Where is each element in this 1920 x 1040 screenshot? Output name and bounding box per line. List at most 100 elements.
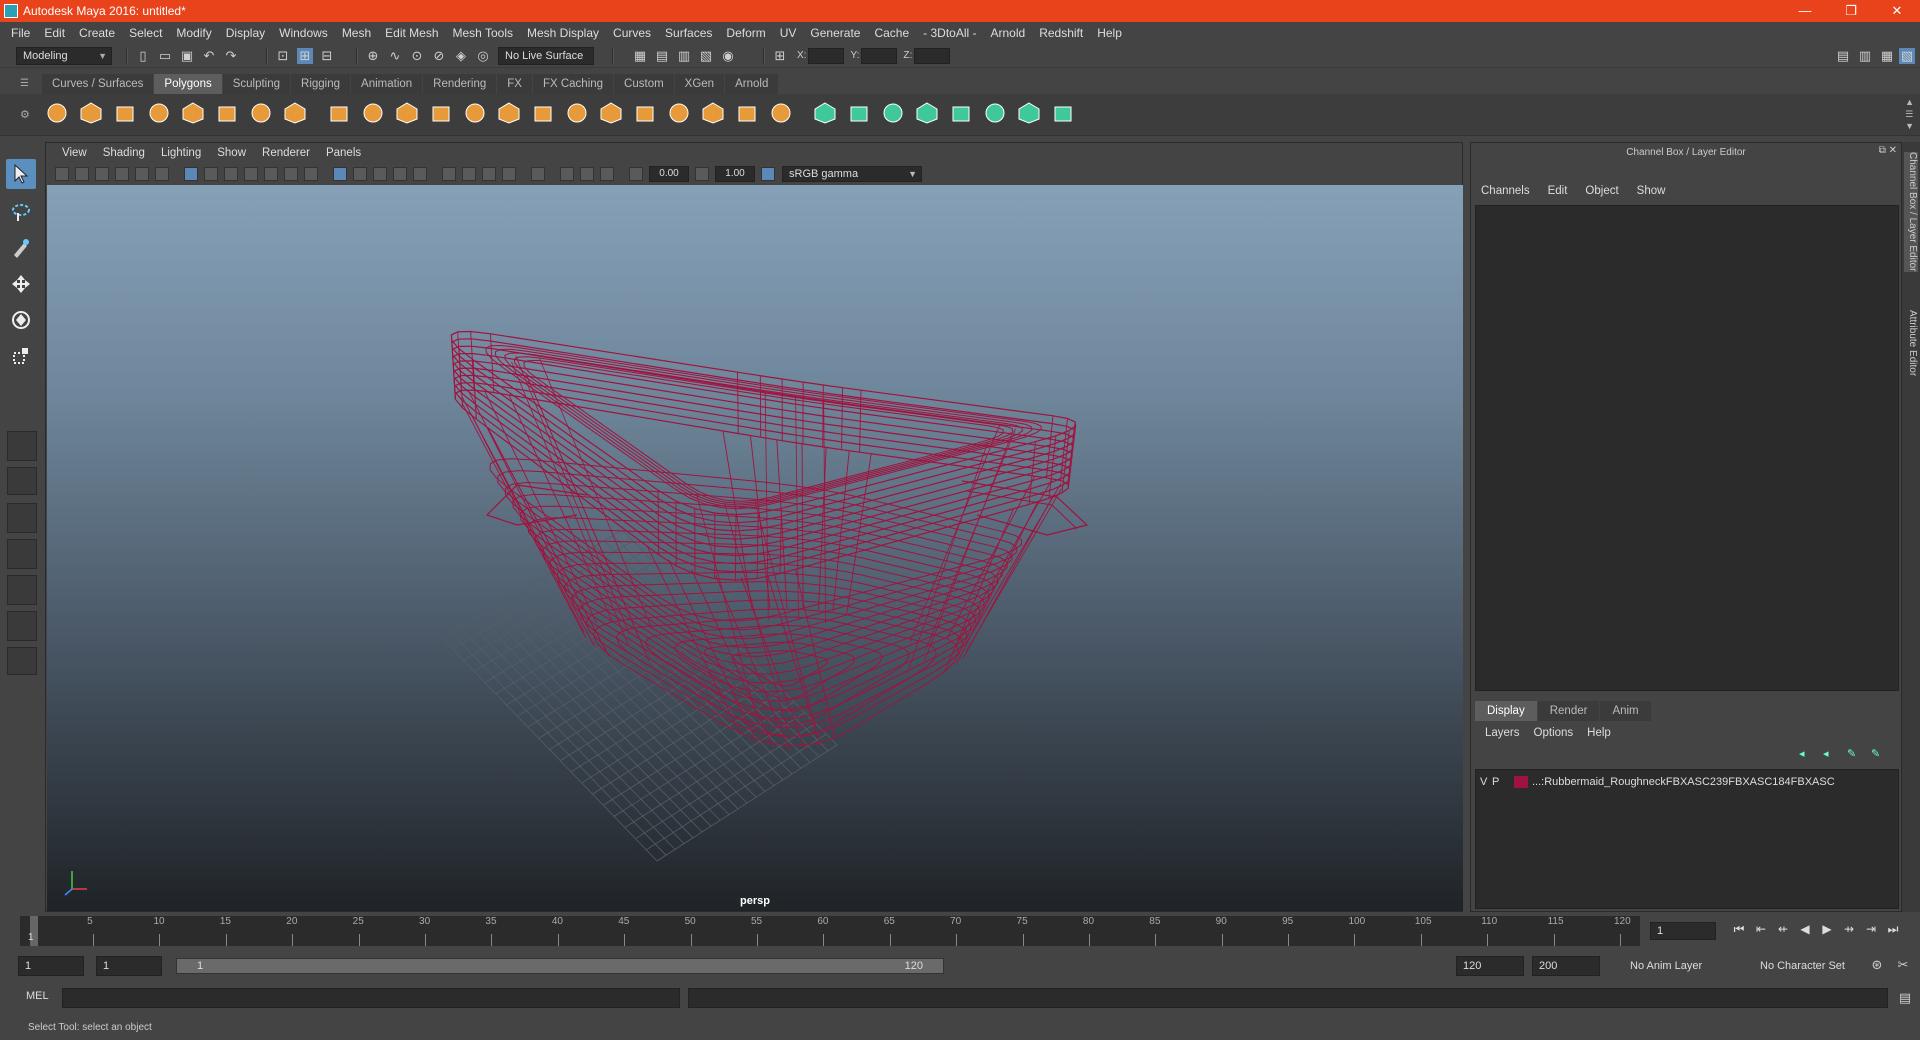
booleans-icon[interactable] — [462, 100, 488, 126]
cb-menu-show[interactable]: Show — [1637, 185, 1666, 197]
step-back-key-icon[interactable]: ⇤ — [1750, 922, 1772, 937]
poly-torus-icon[interactable] — [214, 100, 240, 126]
camera-attributes-icon[interactable] — [75, 167, 89, 181]
animation-end-field[interactable]: 200 — [1532, 956, 1600, 976]
layer-color-swatch[interactable] — [1514, 776, 1528, 788]
y-field[interactable] — [861, 47, 898, 64]
panel-float-close-icon[interactable]: ⧉ ✕ — [1879, 145, 1897, 156]
menu-mesh[interactable]: Mesh — [335, 26, 378, 40]
cb-menu-object[interactable]: Object — [1585, 185, 1618, 197]
xray-joints-icon[interactable] — [580, 167, 594, 181]
mirror-icon[interactable] — [496, 100, 522, 126]
step-forward-key-icon[interactable]: ⇥ — [1860, 922, 1882, 937]
animation-preferences-icon[interactable]: ✂ — [1895, 957, 1911, 973]
select-hierarchy-icon[interactable]: ⊡ — [275, 48, 291, 64]
collapse-icon[interactable] — [768, 100, 794, 126]
rotate-tool-icon[interactable] — [6, 305, 36, 335]
menu-help[interactable]: Help — [1090, 26, 1129, 40]
view-transform-dropdown[interactable]: sRGB gamma ▼ — [782, 166, 922, 182]
bevel-icon[interactable] — [530, 100, 556, 126]
panel-menu-panels[interactable]: Panels — [318, 147, 369, 159]
playback-start-field[interactable]: 1 — [96, 956, 162, 976]
save-scene-icon[interactable]: ▣ — [179, 48, 195, 64]
menu-grip-icon[interactable]: ☰ — [20, 78, 30, 89]
extrude-icon[interactable] — [632, 100, 658, 126]
restore-button[interactable]: ❐ — [1828, 0, 1874, 22]
uv-auto-icon[interactable] — [880, 100, 906, 126]
menu-curves[interactable]: Curves — [606, 26, 658, 40]
tab-animation[interactable]: Animation — [351, 74, 423, 94]
channel-box-toggle-icon[interactable]: ▧ — [1899, 47, 1915, 64]
move-layer-down-icon[interactable]: ◂ — [1823, 747, 1839, 761]
menu-uv[interactable]: UV — [773, 26, 804, 40]
panel-menu-show[interactable]: Show — [209, 147, 254, 159]
bridge-icon[interactable] — [598, 100, 624, 126]
z-field[interactable] — [914, 47, 951, 64]
step-forward-frame-icon[interactable]: ⇸ — [1838, 922, 1860, 937]
layer-visibility-toggle[interactable]: V — [1480, 776, 1492, 788]
ambient-occlusion-icon[interactable] — [462, 167, 476, 181]
panel-menu-shading[interactable]: Shading — [95, 147, 153, 159]
menu-modify[interactable]: Modify — [169, 26, 218, 40]
tab-rigging[interactable]: Rigging — [291, 74, 351, 94]
cb-menu-channels[interactable]: Channels — [1481, 185, 1530, 197]
menu-edit-mesh[interactable]: Edit Mesh — [378, 26, 445, 40]
render-current-icon[interactable]: ▤ — [654, 48, 670, 64]
target-weld-icon[interactable] — [812, 100, 838, 126]
persp-outliner-layout-button[interactable] — [7, 503, 37, 533]
mode-dropdown[interactable]: Modeling ▼ — [16, 46, 112, 65]
fill-hole-icon[interactable] — [700, 100, 726, 126]
menu-windows[interactable]: Windows — [272, 26, 335, 40]
new-layer-selected-icon[interactable]: ✎ — [1871, 747, 1887, 761]
panel-menu-lighting[interactable]: Lighting — [153, 147, 209, 159]
redo-icon[interactable]: ↷ — [223, 48, 239, 64]
poly-cone-icon[interactable] — [146, 100, 172, 126]
persp-graph-layout-button[interactable] — [7, 539, 37, 569]
current-frame-field[interactable]: 1 — [1650, 922, 1716, 940]
tab-curves-surfaces[interactable]: Curves / Surfaces — [42, 74, 154, 94]
attribute-editor-toggle-icon[interactable]: ▥ — [1857, 48, 1873, 64]
script-editor-icon[interactable]: ▤ — [1897, 990, 1913, 1006]
anim-layer-dropdown[interactable]: No Anim Layer — [1626, 956, 1746, 976]
safe-title-icon[interactable] — [304, 167, 318, 181]
tab-anim[interactable]: Anim — [1600, 701, 1651, 721]
scale-tool-icon[interactable] — [6, 341, 36, 371]
poly-cube-icon[interactable] — [78, 100, 104, 126]
le-menu-layers[interactable]: Layers — [1485, 727, 1520, 739]
poly-sphere-icon[interactable] — [44, 100, 70, 126]
anti-aliasing-icon[interactable] — [502, 167, 516, 181]
snap-view-icon[interactable]: ⊘ — [431, 48, 447, 64]
move-layer-up-icon[interactable]: ◂ — [1799, 747, 1815, 761]
command-input[interactable] — [62, 988, 680, 1008]
select-tool-icon[interactable] — [6, 159, 36, 189]
minimize-button[interactable]: — — [1782, 0, 1828, 22]
checker-icon[interactable] — [1016, 100, 1042, 126]
menu-display[interactable]: Display — [219, 26, 272, 40]
outliner-persp-layout-button[interactable] — [7, 575, 37, 605]
tab-polygons[interactable]: Polygons — [154, 74, 222, 94]
gamma-field[interactable]: 1.00 — [715, 166, 755, 182]
tab-sculpting[interactable]: Sculpting — [222, 74, 291, 94]
lasso-tool-icon[interactable] — [6, 197, 36, 227]
menu-select[interactable]: Select — [122, 26, 169, 40]
tab-fx[interactable]: FX — [497, 74, 532, 94]
resolution-gate-icon[interactable] — [224, 167, 238, 181]
snap-surface-icon[interactable]: ◈ — [453, 48, 469, 64]
shadows-icon[interactable] — [442, 167, 456, 181]
tab-render[interactable]: Render — [1537, 701, 1600, 721]
menu-file[interactable]: File — [4, 26, 37, 40]
perspective-viewport[interactable]: persp — [47, 185, 1463, 911]
go-to-end-icon[interactable]: ⏭ — [1882, 922, 1904, 937]
separate-icon[interactable] — [360, 100, 386, 126]
append-icon[interactable] — [666, 100, 692, 126]
bookmarks-icon[interactable] — [95, 167, 109, 181]
multi-cut-icon[interactable] — [564, 100, 590, 126]
tab-xgen[interactable]: XGen — [674, 74, 725, 94]
step-back-frame-icon[interactable]: ⇷ — [1772, 922, 1794, 937]
poly-pipe-icon[interactable] — [282, 100, 308, 126]
shelf-settings-gear-icon[interactable]: ⚙ — [20, 108, 30, 121]
uv-spherical-icon[interactable] — [948, 100, 974, 126]
layer-row[interactable]: V P ...:Rubbermaid_RoughneckFBXASC239FBX… — [1480, 774, 1835, 790]
xray-components-icon[interactable] — [600, 167, 614, 181]
merge-icon[interactable] — [734, 100, 760, 126]
